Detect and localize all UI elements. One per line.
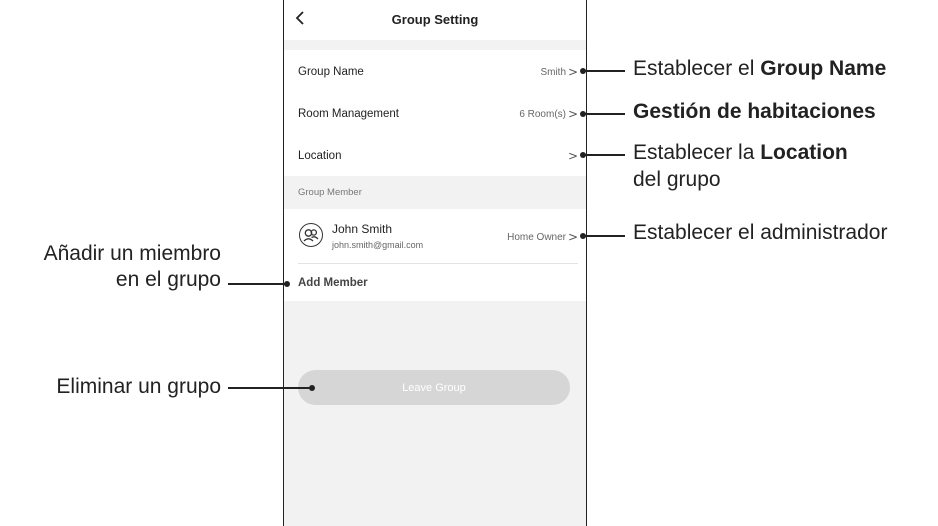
callout-location: Establecer la Location <box>633 141 848 165</box>
callout-room-management: Gestión de habitaciones <box>633 100 876 124</box>
callout-add-member-line1: Añadir un miembro <box>43 242 221 265</box>
chevron-right-icon: > <box>567 230 578 244</box>
callout-admin: Establecer el administrador <box>633 221 888 244</box>
callout-group-name-bold: Group Name <box>760 57 887 80</box>
location-label: Location <box>298 150 342 162</box>
add-member-button[interactable]: Add Member <box>298 277 368 289</box>
callout-group-name: Establecer el Group Name <box>633 57 886 81</box>
member-role: Home Owner <box>507 232 566 243</box>
callout-location-bold: Location <box>760 141 848 164</box>
chevron-right-icon: > <box>567 149 578 163</box>
callout-location-line2: del grupo <box>633 168 721 191</box>
leader-line <box>583 154 625 156</box>
callout-add-member-line2: en el grupo <box>115 268 221 291</box>
location-row[interactable]: Location > <box>284 136 586 176</box>
divider <box>298 263 578 264</box>
leader-line <box>583 235 625 237</box>
group-name-value: Smith <box>540 66 566 78</box>
leave-group-button[interactable]: Leave Group <box>298 370 570 405</box>
callout-location-prefix: Establecer la <box>633 141 761 164</box>
chevron-right-icon: > <box>567 65 578 79</box>
callout-group-name-prefix: Establecer el <box>633 57 761 80</box>
callout-leave-group: Eliminar un grupo <box>56 375 221 398</box>
room-count-value: 6 Room(s) <box>519 108 566 120</box>
room-management-row[interactable]: Room Management 6 Room(s) > <box>284 94 586 134</box>
member-name: John Smith <box>332 222 393 236</box>
member-row[interactable]: John Smith john.smith@gmail.com Home Own… <box>284 209 586 264</box>
group-avatar-icon <box>303 229 319 242</box>
callout-dot <box>309 385 315 391</box>
group-member-section-label: Group Member <box>298 187 362 198</box>
avatar <box>299 223 323 247</box>
top-bar: Group Setting <box>284 0 586 40</box>
chevron-right-icon: > <box>567 107 578 121</box>
leader-line <box>583 113 625 115</box>
room-management-label: Room Management <box>298 108 399 120</box>
page-title: Group Setting <box>391 12 479 27</box>
leader-line <box>228 283 287 285</box>
callout-dot <box>284 281 290 287</box>
leader-line <box>583 70 625 72</box>
callout-rooms-bold: Gestión de habitaciones <box>633 100 876 123</box>
group-name-label: Group Name <box>298 66 364 78</box>
leader-line <box>228 387 312 389</box>
phone-screen: Group Setting Group Name Smith > Room Ma… <box>283 0 587 526</box>
member-email: john.smith@gmail.com <box>332 240 424 250</box>
group-name-row[interactable]: Group Name Smith > <box>284 52 586 92</box>
